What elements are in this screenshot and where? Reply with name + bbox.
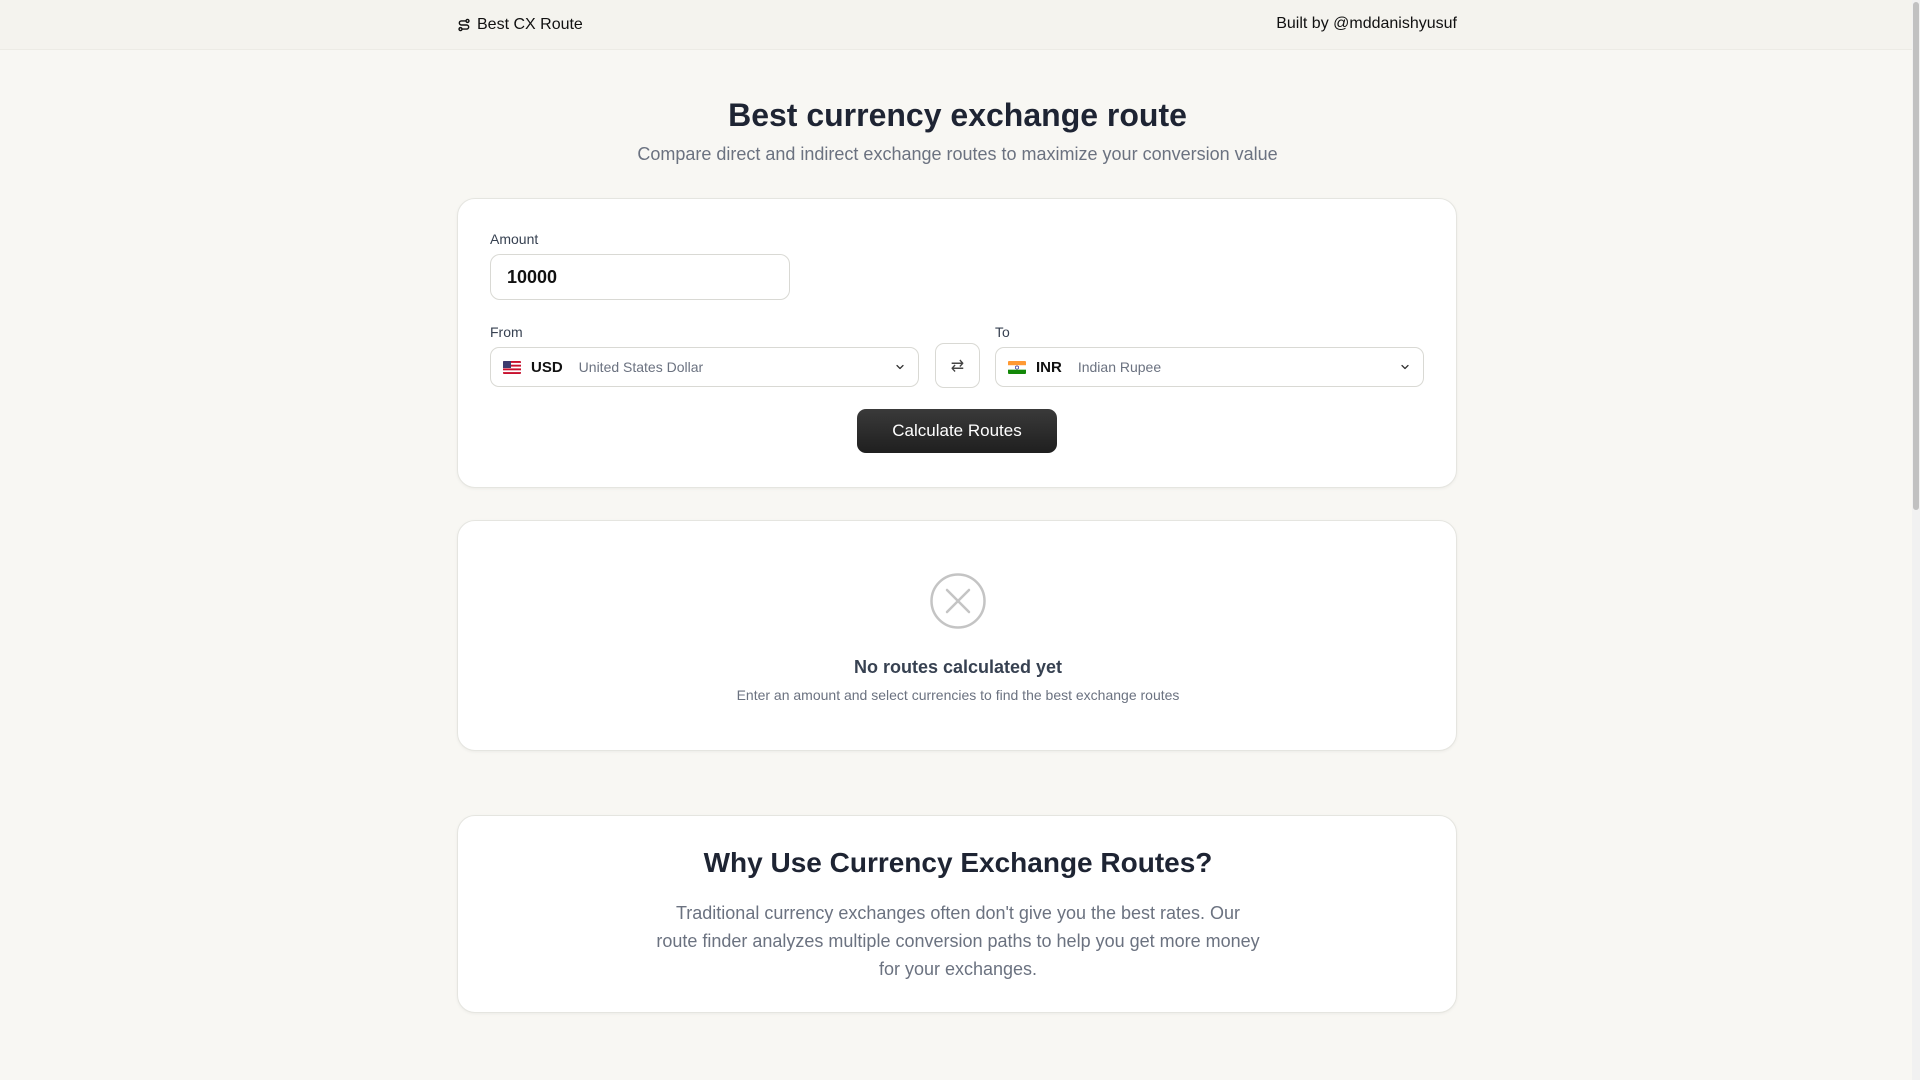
from-currency-code: USD: [531, 358, 563, 376]
chevron-down-icon: [896, 364, 904, 370]
why-section-card: Why Use Currency Exchange Routes? Tradit…: [457, 815, 1457, 1013]
exchange-form-card: Amount From USD United States Dollar ⇄ T…: [457, 198, 1457, 488]
page-subtitle: Compare direct and indirect exchange rou…: [637, 144, 1278, 164]
route-icon: [458, 18, 470, 32]
us-flag-icon: [503, 360, 521, 374]
author-credit-link[interactable]: Built by @mddanishyusuf: [1276, 15, 1457, 33]
india-flag-icon: [1008, 360, 1026, 374]
swap-currencies-button[interactable]: ⇄: [935, 343, 980, 388]
chevron-down-icon: [1401, 364, 1409, 370]
to-currency-code: INR: [1036, 358, 1062, 376]
brand-name: Best CX Route: [477, 16, 583, 33]
empty-state-title: No routes calculated yet: [853, 657, 1063, 677]
top-navbar: Best CX Route Built by @mddanishyusuf: [0, 0, 1915, 50]
brand-link[interactable]: Best CX Route: [457, 15, 583, 35]
to-currency-name: Indian Rupee: [1077, 359, 1162, 375]
to-label: To: [995, 324, 1010, 340]
from-currency-select[interactable]: USD United States Dollar: [490, 347, 919, 387]
amount-input[interactable]: [490, 254, 790, 300]
swap-arrows-icon: ⇄: [950, 357, 965, 375]
calculate-routes-button[interactable]: Calculate Routes: [857, 409, 1057, 453]
amount-label: Amount: [490, 231, 539, 247]
why-section-title: Why Use Currency Exchange Routes?: [703, 847, 1213, 878]
scrollbar-thumb[interactable]: [1913, 2, 1919, 510]
page-title: Best currency exchange route: [728, 97, 1187, 133]
from-currency-name: United States Dollar: [578, 359, 704, 375]
from-label: From: [490, 324, 523, 340]
x-circle-icon: [930, 573, 986, 629]
results-empty-state-card: No routes calculated yet Enter an amount…: [457, 520, 1457, 751]
to-currency-select[interactable]: INR Indian Rupee: [995, 347, 1424, 387]
empty-state-subtitle: Enter an amount and select currencies to…: [736, 687, 1180, 703]
why-section-text: Traditional currency exchanges often don…: [656, 903, 1260, 979]
